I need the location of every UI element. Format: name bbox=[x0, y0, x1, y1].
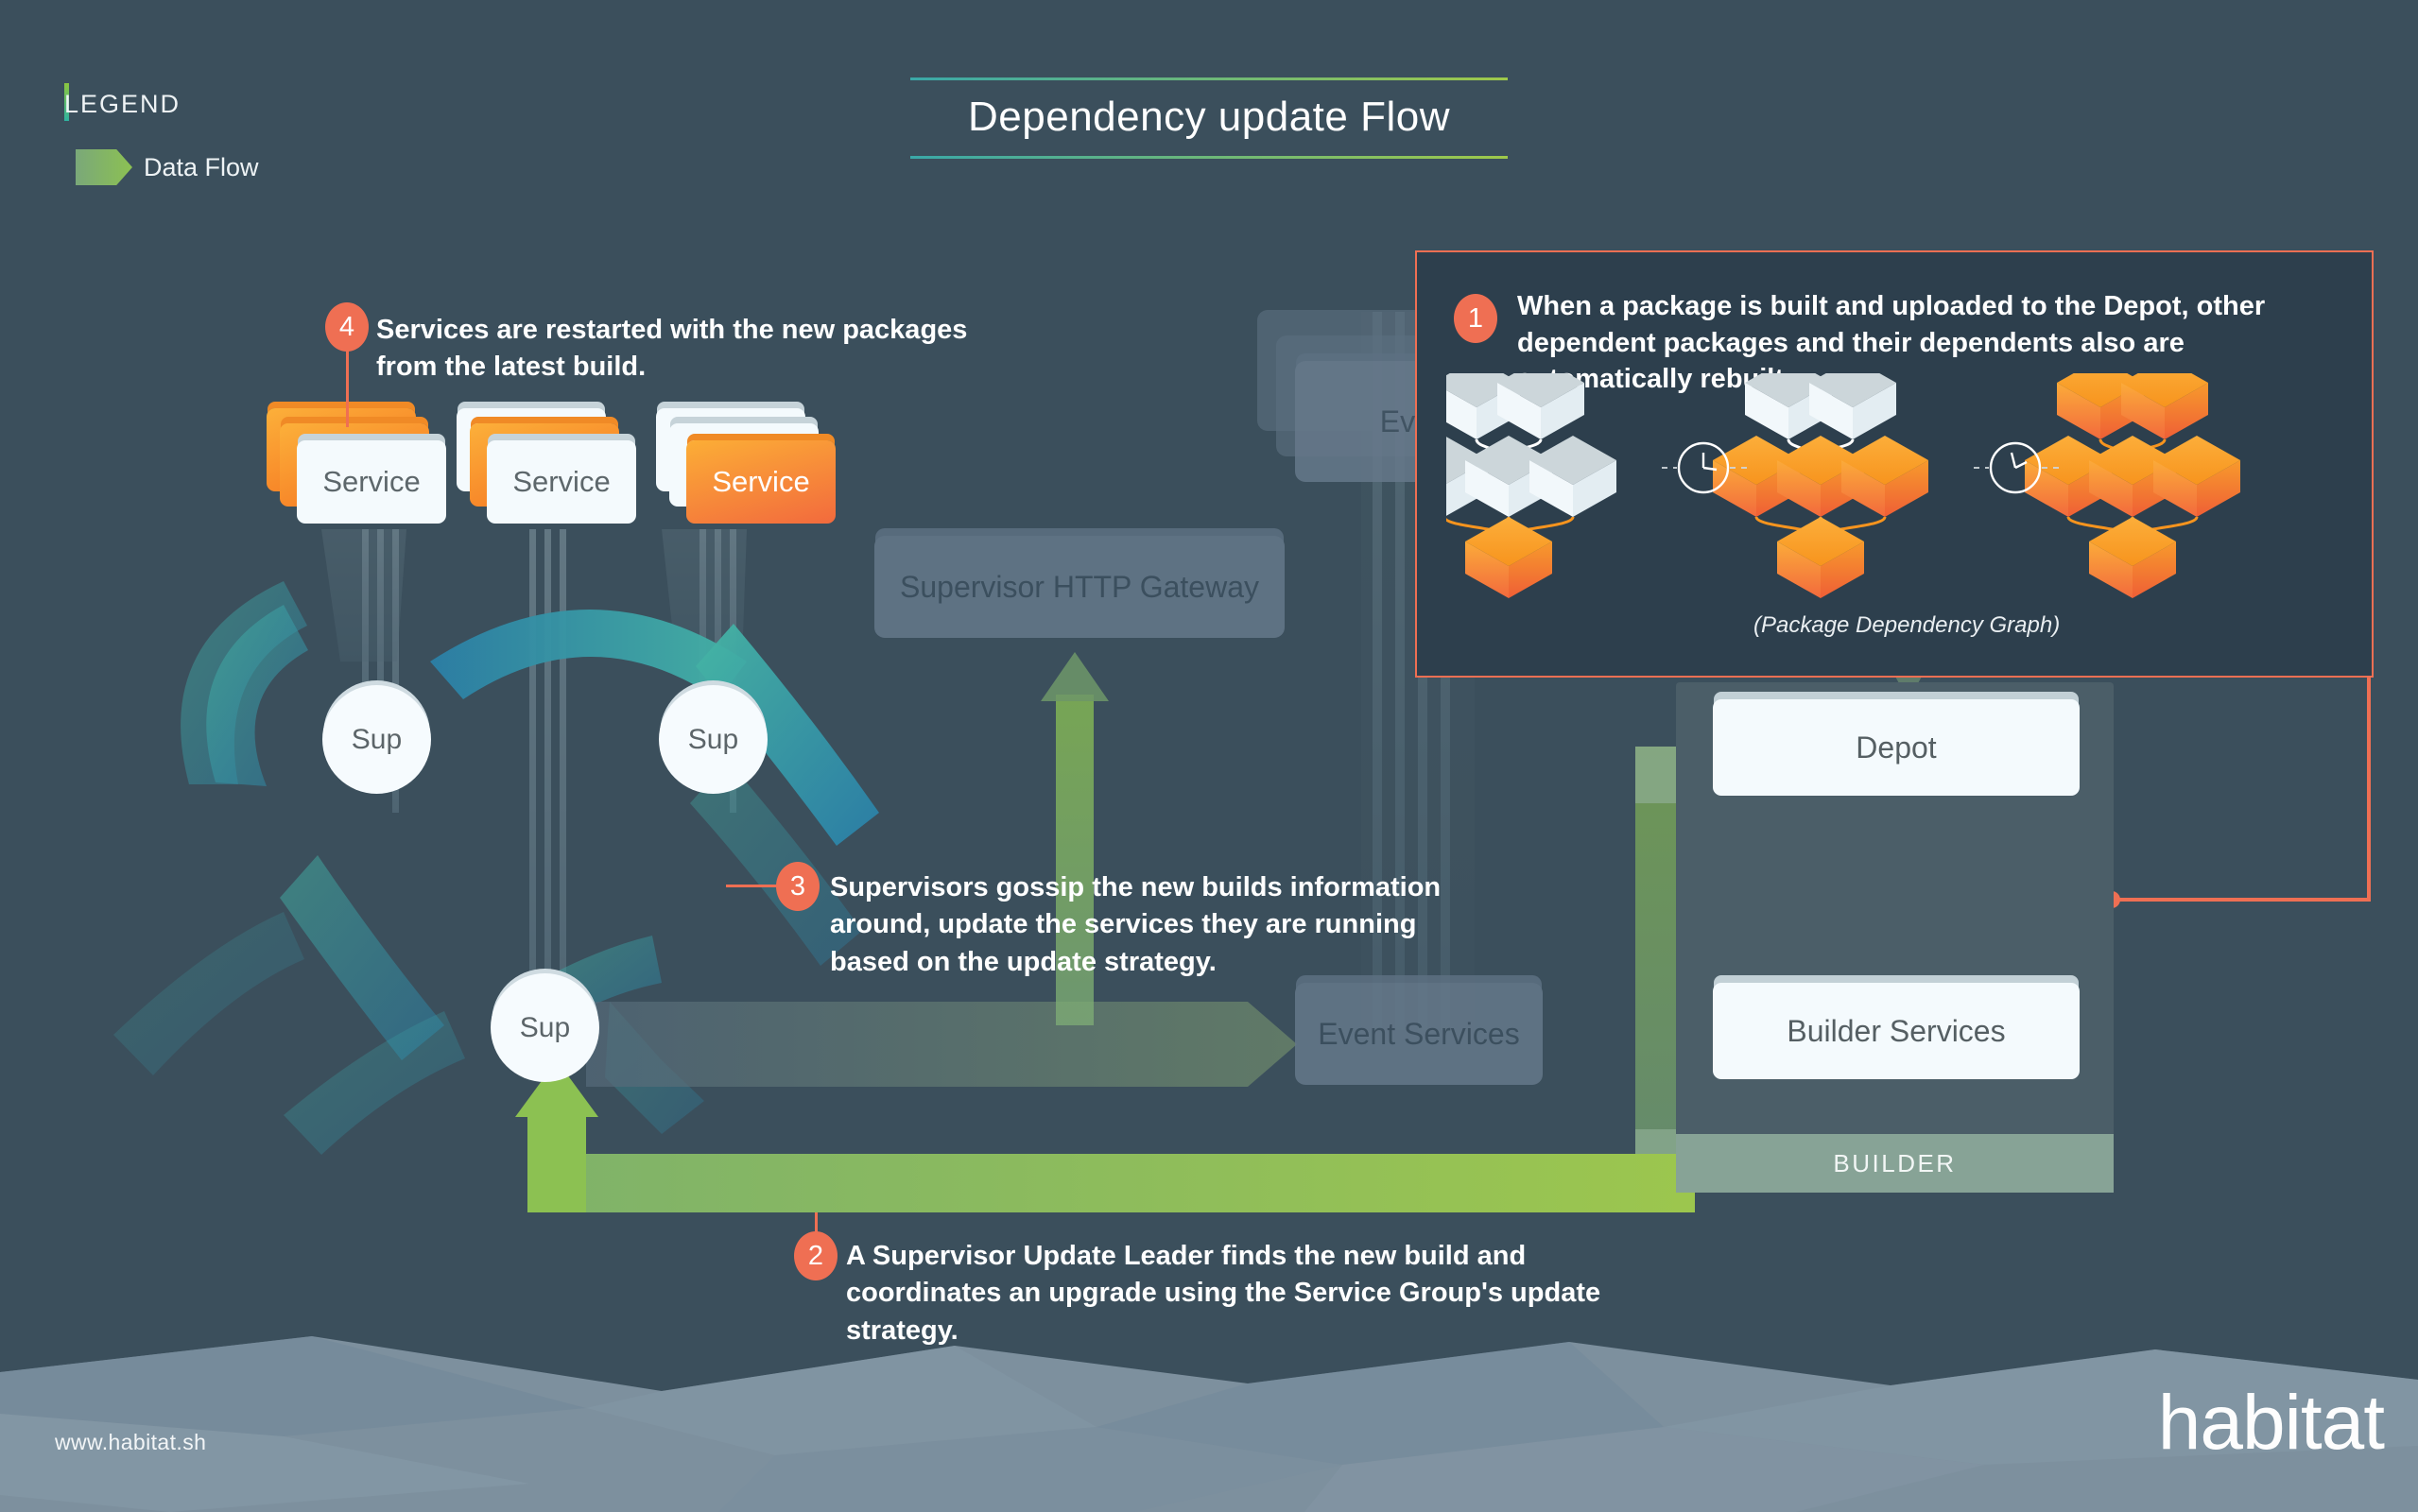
step-badge-3: 3 bbox=[776, 862, 820, 911]
package-cube-bottom bbox=[1465, 517, 1552, 598]
supervisor-node-2[interactable]: Sup bbox=[659, 685, 768, 794]
diagram-canvas: LEGEND Data Flow Dependency update Flow bbox=[0, 0, 2418, 1512]
footer-url[interactable]: www.habitat.sh bbox=[55, 1430, 206, 1455]
service-card-front[interactable]: Service bbox=[686, 440, 836, 524]
habitat-logo: habitat bbox=[2157, 1380, 2385, 1466]
step-badge-2: 2 bbox=[794, 1231, 838, 1280]
supervisor-node-1[interactable]: Sup bbox=[322, 685, 431, 794]
step3-text: Supervisors gossip the new builds inform… bbox=[830, 872, 1442, 977]
step-badge-4: 4 bbox=[325, 302, 369, 352]
supervisor-http-gateway-box[interactable]: Supervisor HTTP Gateway bbox=[874, 536, 1285, 638]
service-stack-3[interactable]: Service bbox=[656, 395, 836, 524]
package-cube-top-2 bbox=[1497, 373, 1584, 439]
step-badge-1: 1 bbox=[1454, 294, 1497, 343]
supervisor-node-3[interactable]: Sup bbox=[491, 973, 599, 1082]
package-cube-bottom bbox=[2089, 517, 2176, 598]
supervisor-to-event-services-flow bbox=[586, 1002, 1297, 1087]
package-dependency-graph bbox=[1446, 373, 2240, 598]
depot-box[interactable]: Depot bbox=[1713, 699, 2080, 796]
service-stack-1[interactable]: Service bbox=[267, 395, 446, 524]
package-cube-bottom bbox=[1777, 517, 1864, 598]
builder-label: BUILDER bbox=[1676, 1134, 2114, 1193]
service-card-front[interactable]: Service bbox=[487, 440, 636, 524]
step1-leader-line bbox=[2114, 675, 2371, 902]
package-cube-mid-3 bbox=[2153, 436, 2240, 517]
step2-text: A Supervisor Update Leader finds the new… bbox=[846, 1241, 1601, 1346]
event-services-box[interactable]: Event Services bbox=[1295, 983, 1543, 1085]
service-stack-2[interactable]: Service bbox=[457, 395, 636, 524]
step3-leader-line bbox=[726, 885, 783, 887]
service-card-front[interactable]: Service bbox=[297, 440, 446, 524]
package-cube-mid-3 bbox=[1841, 436, 1928, 517]
package-cube-top-2 bbox=[2121, 373, 2208, 439]
builder-services-box[interactable]: Builder Services bbox=[1713, 983, 2080, 1079]
package-cube-mid-3 bbox=[1529, 436, 1616, 517]
step4-text: Services are restarted with the new pack… bbox=[376, 315, 968, 383]
package-cube-top-2 bbox=[1809, 373, 1896, 439]
